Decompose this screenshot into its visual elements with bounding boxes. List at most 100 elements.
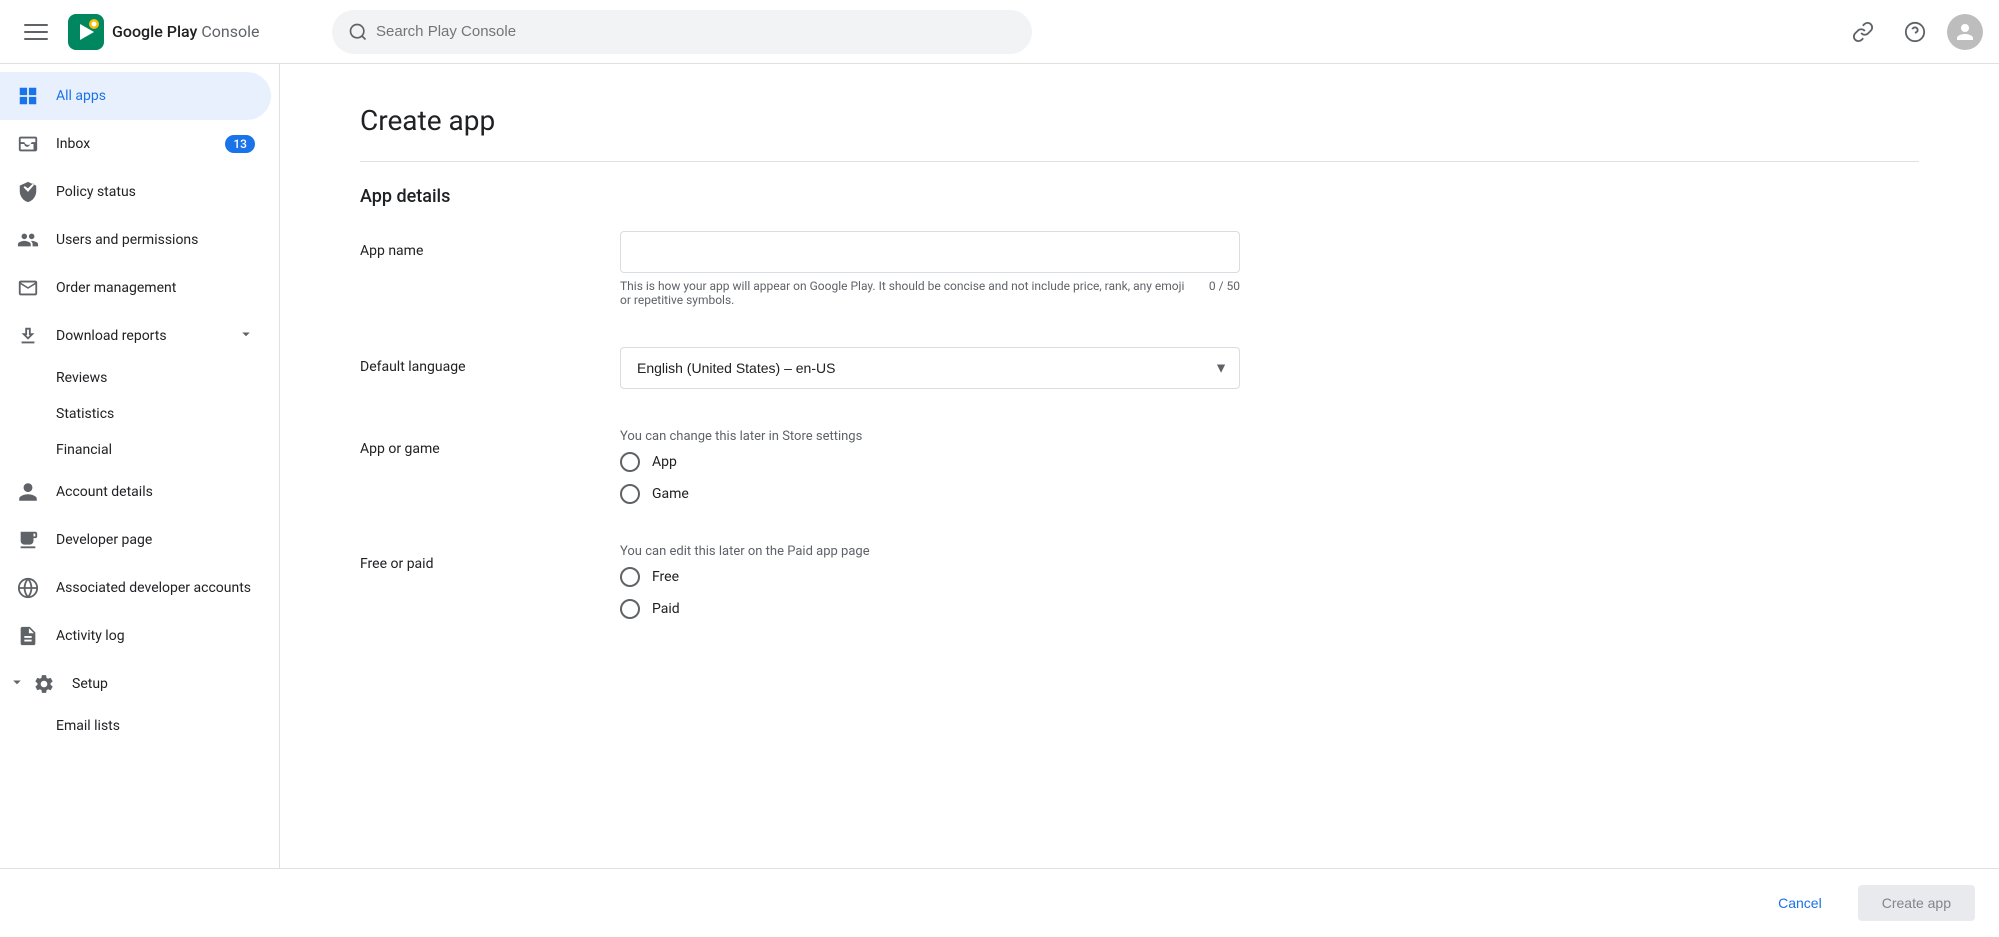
free-or-paid-label: Free or paid — [360, 544, 580, 572]
app-name-helper-text: This is how your app will appear on Goog… — [620, 279, 1193, 307]
download-icon — [16, 324, 40, 348]
sidebar-reviews-label: Reviews — [56, 370, 107, 386]
free-or-paid-helper: You can edit this later on the Paid app … — [620, 544, 1240, 559]
developer-icon — [16, 528, 40, 552]
radio-paid-circle — [620, 599, 640, 619]
app-or-game-helper: You can change this later in Store setti… — [620, 429, 1240, 444]
setup-chevron-icon — [8, 673, 26, 695]
page-title: Create app — [360, 104, 1919, 137]
sidebar-developer-label: Developer page — [56, 532, 255, 548]
help-icon — [1904, 21, 1926, 43]
user-icon — [1955, 22, 1975, 42]
sidebar-item-account-details[interactable]: Account details — [0, 468, 271, 516]
sidebar-item-activity-log[interactable]: Activity log — [0, 612, 271, 660]
search-input[interactable] — [376, 23, 1016, 40]
sidebar-activity-label: Activity log — [56, 628, 255, 644]
sidebar-setup-label: Setup — [72, 676, 255, 692]
app-or-game-label: App or game — [360, 429, 580, 457]
layout: All apps Inbox 13 Policy status Users an… — [0, 64, 1999, 868]
section-title: App details — [360, 186, 1919, 207]
free-or-paid-field: You can edit this later on the Paid app … — [620, 544, 1240, 619]
sidebar-item-statistics[interactable]: Statistics — [0, 396, 271, 432]
radio-free-circle — [620, 567, 640, 587]
radio-app-label: App — [652, 454, 677, 470]
activity-icon — [16, 624, 40, 648]
associated-icon — [16, 576, 40, 600]
sidebar-item-all-apps[interactable]: All apps — [0, 72, 271, 120]
app-or-game-field: You can change this later in Store setti… — [620, 429, 1240, 504]
radio-app[interactable]: App — [620, 452, 1240, 472]
sidebar-item-developer-page[interactable]: Developer page — [0, 516, 271, 564]
app-name-char-count: 0 / 50 — [1209, 279, 1240, 307]
language-select-wrapper: English (United States) – en-US ▼ — [620, 347, 1240, 389]
inbox-icon — [16, 132, 40, 156]
search-icon — [348, 22, 368, 42]
radio-free-label: Free — [652, 569, 679, 585]
radio-paid-label: Paid — [652, 601, 680, 617]
sidebar-statistics-label: Statistics — [56, 406, 114, 422]
avatar[interactable] — [1947, 14, 1983, 50]
app-name-field: This is how your app will appear on Goog… — [620, 231, 1240, 307]
chevron-down-icon — [237, 325, 255, 347]
sidebar-all-apps-label: All apps — [56, 88, 255, 104]
sidebar-item-inbox[interactable]: Inbox 13 — [0, 120, 271, 168]
divider — [360, 161, 1919, 162]
sidebar-associated-label: Associated developer accounts — [56, 580, 255, 596]
sidebar-order-label: Order management — [56, 280, 255, 296]
app-name-helper-row: This is how your app will appear on Goog… — [620, 279, 1240, 307]
sidebar-item-download-reports[interactable]: Download reports — [0, 312, 271, 360]
default-language-label: Default language — [360, 347, 580, 375]
sidebar-item-policy-status[interactable]: Policy status — [0, 168, 271, 216]
radio-game-label: Game — [652, 486, 689, 502]
order-icon — [16, 276, 40, 300]
logo-brand: Google Play — [112, 22, 197, 41]
radio-paid[interactable]: Paid — [620, 599, 1240, 619]
setup-icon — [32, 672, 56, 696]
sidebar-financial-label: Financial — [56, 442, 112, 458]
default-language-field: English (United States) – en-US ▼ — [620, 347, 1240, 389]
sidebar-item-users-permissions[interactable]: Users and permissions — [0, 216, 271, 264]
help-button[interactable] — [1895, 12, 1935, 52]
sidebar-item-email-lists[interactable]: Email lists — [0, 708, 271, 744]
app-or-game-radio-group: App Game — [620, 452, 1240, 504]
hamburger-icon — [24, 20, 48, 44]
topbar-right — [1843, 12, 1983, 52]
create-app-button[interactable]: Create app — [1858, 885, 1975, 921]
sidebar: All apps Inbox 13 Policy status Users an… — [0, 64, 280, 868]
link-button[interactable] — [1843, 12, 1883, 52]
free-or-paid-radio-group: Free Paid — [620, 567, 1240, 619]
radio-free[interactable]: Free — [620, 567, 1240, 587]
sidebar-item-reviews[interactable]: Reviews — [0, 360, 271, 396]
app-name-input[interactable] — [620, 231, 1240, 273]
link-icon — [1852, 21, 1874, 43]
topbar-left: Google Play Console — [16, 12, 316, 52]
menu-button[interactable] — [16, 12, 56, 52]
default-language-row: Default language English (United States)… — [360, 347, 1919, 389]
app-name-row: App name This is how your app will appea… — [360, 231, 1919, 307]
sidebar-inbox-label: Inbox — [56, 136, 209, 152]
sidebar-policy-label: Policy status — [56, 184, 255, 200]
policy-icon — [16, 180, 40, 204]
topbar: Google Play Console — [0, 0, 1999, 64]
radio-app-circle — [620, 452, 640, 472]
language-select[interactable]: English (United States) – en-US — [620, 347, 1240, 389]
all-apps-icon — [16, 84, 40, 108]
sidebar-item-associated-developer[interactable]: Associated developer accounts — [0, 564, 271, 612]
sidebar-account-label: Account details — [56, 484, 255, 500]
sidebar-download-label: Download reports — [56, 328, 221, 344]
radio-game[interactable]: Game — [620, 484, 1240, 504]
logo-text: Google Play Console — [112, 22, 260, 41]
account-icon — [16, 480, 40, 504]
sidebar-item-setup[interactable]: Setup — [0, 660, 271, 708]
sidebar-users-label: Users and permissions — [56, 232, 255, 248]
free-or-paid-row: Free or paid You can edit this later on … — [360, 544, 1919, 619]
sidebar-item-order-management[interactable]: Order management — [0, 264, 271, 312]
sidebar-email-lists-label: Email lists — [56, 718, 120, 734]
logo-console: Console — [201, 22, 259, 41]
cancel-button[interactable]: Cancel — [1754, 885, 1846, 921]
radio-game-circle — [620, 484, 640, 504]
search-bar — [332, 10, 1032, 54]
app-name-label: App name — [360, 231, 580, 259]
sidebar-item-financial[interactable]: Financial — [0, 432, 271, 468]
play-console-logo-icon — [68, 14, 104, 50]
